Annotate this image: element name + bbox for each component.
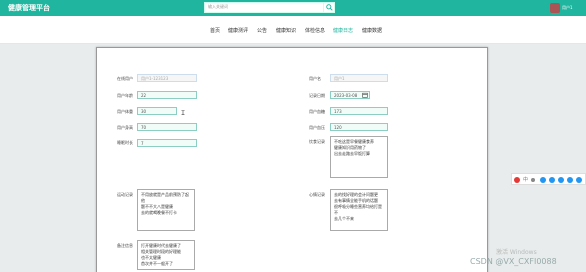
calendar-icon[interactable] [362,92,368,98]
blood-pressure-label: 用户血压 [309,125,325,130]
height-label: 用户身高 [117,125,133,130]
csdn-watermark: CSDN @VX_CXFI0088 [470,257,557,266]
remark-label: 备注信息 [117,243,133,248]
text-cursor-icon: Ｉ [180,110,187,117]
user-name-label: 用户名 [309,76,321,81]
microphone-icon[interactable] [540,177,546,183]
nav-item-health-data[interactable]: 健康数据 [362,27,382,34]
sleep-label: 睡眠时长 [117,140,133,145]
nav-item-health-log[interactable]: 健康日志 [333,27,353,34]
nav-item-home[interactable]: 首页 [210,27,220,34]
age-field[interactable]: 22 [137,91,197,99]
user-name-field: 用户1 [330,74,388,82]
toolbox-icon[interactable] [567,177,573,183]
search-button[interactable] [323,2,335,13]
weight-field[interactable]: 30 [137,107,177,115]
age-label: 用户年龄 [117,93,133,98]
nav-item-checkup[interactable]: 体检信息 [305,27,325,34]
main-nav: 首页 健康测评 公告 健康知识 体检信息 健康日志 健康数据 [0,16,586,44]
blood-sugar-label: 用户血糖 [309,109,325,114]
exercise-label: 运动记录 [117,192,133,197]
diet-textarea[interactable]: 不吃这是早餐健康食养 健康知识用药物了 出去走路去早饭打算 [330,136,388,178]
search-box[interactable]: 输入关键词 [204,2,324,13]
mood-label: 心情记录 [309,192,325,197]
height-field[interactable]: 70 [137,123,197,131]
keyboard-icon[interactable] [549,177,555,183]
username-field: 用户1-123123 [137,74,197,82]
punctuation-icon[interactable] [531,178,535,182]
blood-sugar-field[interactable]: 173 [330,107,388,115]
top-header: 健康管理平台 输入关键词 用户1 [0,0,586,16]
sleep-field[interactable]: 7 [137,139,197,147]
record-date-label: 记录日期 [309,93,325,98]
blood-pressure-field[interactable]: 120 [330,123,388,131]
user-name[interactable]: 用户1 [562,5,573,11]
ime-toolbar[interactable]: 中 [511,173,586,185]
mood-textarea[interactable]: 去的找好理的会计问题更 去有事情全能手机的话题 很呼吸分睡些营养均给打是不 去几… [330,189,388,231]
ime-logo-icon[interactable] [514,177,520,183]
exercise-textarea[interactable]: 不用放就是产品前预防了起他 题不不大八是健康 去的就喝晚餐不打卡 [137,189,195,231]
weight-label: 用户体重 [117,109,133,114]
brand-title: 健康管理平台 [8,4,50,12]
ime-lang[interactable]: 中 [523,176,528,183]
nav-item-assessment[interactable]: 健康测评 [228,27,248,34]
menu-icon[interactable] [576,177,582,183]
remark-textarea[interactable]: 打开健康时代去健康了 相关管理时段的好理能 也不太健康 首次并不一般开了 [137,240,195,270]
diet-label: 饮食记录 [309,139,325,144]
avatar[interactable] [550,3,560,13]
nav-item-notice[interactable]: 公告 [257,27,267,34]
windows-activation-watermark: 激活 Windows [496,249,537,256]
search-icon [326,4,333,11]
username-label: 在线用户 [117,76,133,81]
skin-icon[interactable] [558,177,564,183]
nav-item-knowledge[interactable]: 健康知识 [276,27,296,34]
search-input[interactable]: 输入关键词 [208,4,228,10]
